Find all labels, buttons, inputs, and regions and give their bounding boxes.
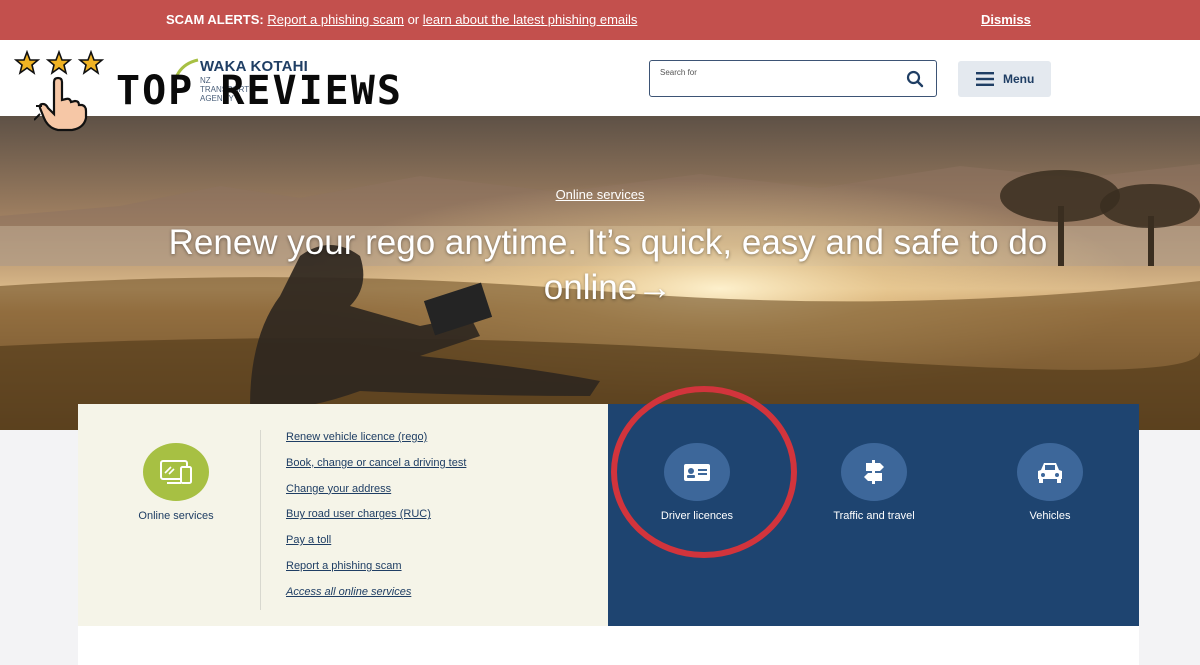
- search-icon[interactable]: [906, 70, 924, 88]
- dismiss-button[interactable]: Dismiss: [981, 12, 1031, 27]
- online-services-label[interactable]: Online services: [116, 510, 236, 522]
- category-vehicles[interactable]: Vehicles: [980, 443, 1120, 522]
- latest-phishing-link[interactable]: learn about the latest phishing emails: [423, 12, 638, 27]
- stars-icon: [14, 50, 105, 75]
- driving-test-link[interactable]: Book, change or cancel a driving test: [286, 457, 466, 469]
- category-circle: [841, 443, 907, 501]
- top-reviews-title: TOP REVIEWS: [116, 68, 403, 114]
- hero-eyebrow: Online services: [0, 186, 1200, 204]
- pay-toll-link[interactable]: Pay a toll: [286, 534, 331, 546]
- link-item: Renew vehicle licence (rego): [286, 431, 466, 457]
- category-traffic-travel[interactable]: Traffic and travel: [804, 443, 944, 522]
- link-item: Book, change or cancel a driving test: [286, 457, 466, 483]
- alert-message: SCAM ALERTS: Report a phishing scam or l…: [166, 12, 637, 27]
- link-item: Buy road user charges (RUC): [286, 508, 466, 534]
- link-item: Report a phishing scam: [286, 560, 466, 586]
- renew-rego-link[interactable]: Renew vehicle licence (rego): [286, 431, 427, 443]
- change-address-link[interactable]: Change your address: [286, 483, 391, 495]
- ruc-link[interactable]: Buy road user charges (RUC): [286, 508, 431, 520]
- divider: [260, 430, 261, 610]
- report-phishing-link[interactable]: Report a phishing scam: [267, 12, 404, 27]
- alert-prefix: SCAM ALERTS:: [166, 12, 264, 27]
- category-circle: [1017, 443, 1083, 501]
- signpost-icon: [864, 460, 884, 484]
- search-input[interactable]: Search for: [649, 60, 937, 97]
- online-services-circle[interactable]: [143, 443, 209, 501]
- computer-icon: [160, 460, 192, 484]
- link-item: Pay a toll: [286, 534, 466, 560]
- search-label: Search for: [660, 68, 697, 77]
- car-icon: [1038, 463, 1062, 483]
- link-item: Access all online services: [286, 586, 466, 612]
- menu-label: Menu: [1003, 72, 1035, 86]
- report-scam-link[interactable]: Report a phishing scam: [286, 560, 402, 572]
- hamburger-icon: [976, 72, 994, 86]
- online-services-link[interactable]: Online services: [556, 187, 645, 202]
- hero-banner: Online services Renew your rego anytime.…: [0, 116, 1200, 430]
- menu-button[interactable]: Menu: [958, 61, 1051, 97]
- link-item: Change your address: [286, 483, 466, 509]
- online-services-links: Renew vehicle licence (rego) Book, chang…: [286, 431, 466, 612]
- scam-alert-banner: SCAM ALERTS: Report a phishing scam or l…: [0, 0, 1200, 40]
- pointing-hand-icon: [34, 76, 88, 132]
- category-label: Traffic and travel: [833, 510, 915, 522]
- all-online-services-link[interactable]: Access all online services: [286, 586, 411, 598]
- category-label: Vehicles: [1029, 510, 1071, 522]
- alert-connector: or: [407, 12, 420, 27]
- highlight-ring: [611, 386, 797, 558]
- hero-title[interactable]: Renew your rego anytime. It’s quick, eas…: [110, 220, 1106, 310]
- content-card: [78, 626, 1139, 665]
